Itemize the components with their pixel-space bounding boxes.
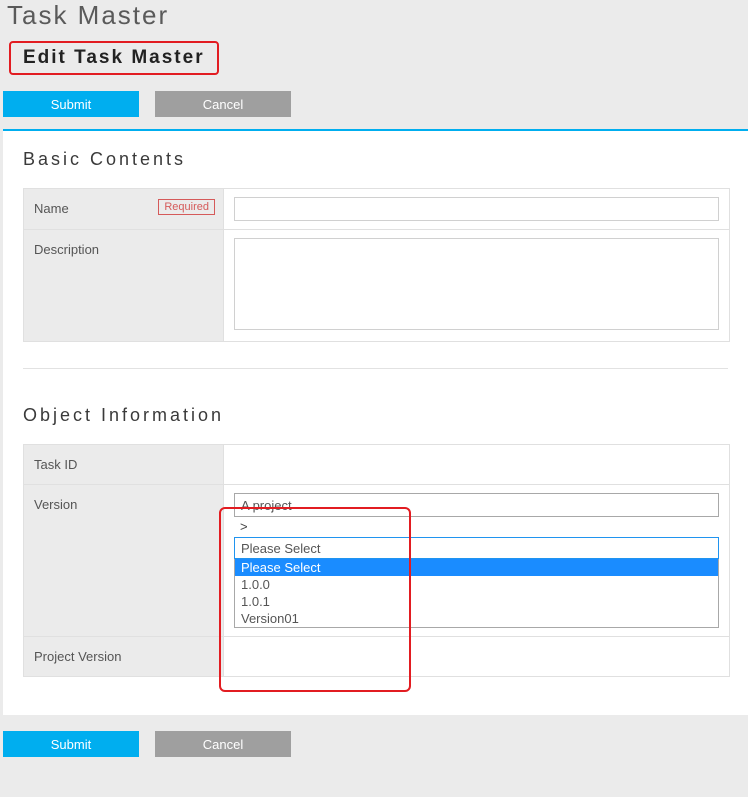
version-select-closed[interactable]: Please Select xyxy=(234,537,719,559)
version-gt-line: > xyxy=(234,517,719,537)
description-label-cell: Description xyxy=(24,230,224,342)
top-button-row: Submit Cancel xyxy=(3,91,748,117)
version-row: Version A project > Please Select Please… xyxy=(24,485,730,637)
taskid-row: Task ID xyxy=(24,445,730,485)
version-option-version01[interactable]: Version01 xyxy=(235,610,718,627)
basic-contents-section: Basic Contents Name Required Description xyxy=(3,131,748,350)
submit-button-bottom[interactable]: Submit xyxy=(3,731,139,757)
version-option-please-select[interactable]: Please Select xyxy=(235,559,718,576)
content-panel: Basic Contents Name Required Description xyxy=(3,129,748,715)
description-row: Description xyxy=(24,230,730,342)
subtitle-text: Edit Task Master xyxy=(23,47,205,69)
taskid-field-cell xyxy=(224,445,730,485)
basic-form-table: Name Required Description xyxy=(23,188,730,342)
cancel-button-top[interactable]: Cancel xyxy=(155,91,291,117)
object-form-table: Task ID Version A project > Please Selec… xyxy=(23,444,730,677)
version-option-1-0-1[interactable]: 1.0.1 xyxy=(235,593,718,610)
name-row: Name Required xyxy=(24,189,730,230)
subtitle-highlight: Edit Task Master xyxy=(9,41,219,75)
submit-button-top[interactable]: Submit xyxy=(3,91,139,117)
object-info-title: Object Information xyxy=(23,405,730,426)
name-field-cell xyxy=(224,189,730,230)
version-label: Version xyxy=(24,485,224,637)
project-version-field-cell xyxy=(224,637,730,677)
cancel-button-bottom[interactable]: Cancel xyxy=(155,731,291,757)
section-divider xyxy=(23,368,728,369)
description-field-cell xyxy=(224,230,730,342)
required-badge: Required xyxy=(158,199,215,215)
name-label-cell: Name Required xyxy=(24,189,224,230)
name-label: Name xyxy=(34,201,69,216)
page-title: Task Master xyxy=(7,0,748,31)
basic-contents-title: Basic Contents xyxy=(23,149,730,170)
version-project-box[interactable]: A project xyxy=(234,493,719,517)
description-textarea[interactable] xyxy=(234,238,719,330)
object-info-section: Object Information Task ID Version A pro… xyxy=(3,387,748,685)
project-version-row: Project Version xyxy=(24,637,730,677)
bottom-button-row: Submit Cancel xyxy=(3,715,748,797)
version-dropdown-list: Please Select 1.0.0 1.0.1 Version01 xyxy=(234,559,719,628)
version-option-1-0-0[interactable]: 1.0.0 xyxy=(235,576,718,593)
description-label: Description xyxy=(34,242,99,257)
version-field-cell: A project > Please Select Please Select … xyxy=(224,485,730,637)
project-version-label: Project Version xyxy=(24,637,224,677)
name-input[interactable] xyxy=(234,197,719,221)
taskid-label: Task ID xyxy=(24,445,224,485)
